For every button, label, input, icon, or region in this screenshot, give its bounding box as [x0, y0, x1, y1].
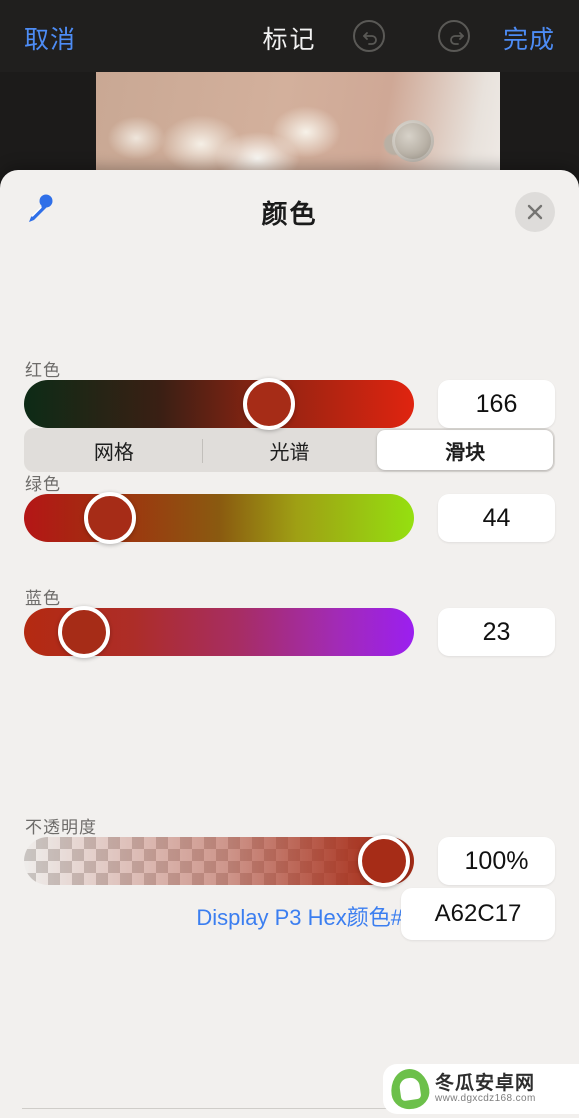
green-slider-thumb[interactable] [84, 492, 137, 544]
red-slider-label: 红色 [25, 361, 61, 380]
page-title: 标记 [262, 26, 317, 54]
sheet-title: 颜色 [261, 199, 318, 229]
watermark-text: 冬瓜安卓网 www.dgxcdz168.com [435, 1072, 536, 1104]
tab-spectrum[interactable]: 光谱 [201, 430, 378, 470]
redo-icon[interactable] [438, 20, 470, 52]
green-slider-track[interactable] [24, 492, 414, 544]
markup-toolbar: 取消 标记 完成 [0, 0, 579, 72]
opacity-slider-thumb[interactable] [358, 835, 410, 887]
sheet-header: 颜色 [0, 170, 579, 254]
blue-slider-track[interactable] [24, 606, 414, 658]
undo-icon[interactable] [353, 20, 385, 52]
watermark-name: 冬瓜安卓网 [435, 1072, 536, 1094]
tab-spectrum-label: 光谱 [269, 441, 310, 464]
watermark: 冬瓜安卓网 www.dgxcdz168.com [383, 1064, 579, 1114]
tab-grid[interactable]: 网格 [26, 430, 202, 470]
blue-slider-thumb[interactable] [57, 606, 110, 658]
close-icon[interactable] [515, 192, 555, 232]
green-value-field[interactable]: 44 [438, 494, 555, 542]
green-slider-label: 绿色 [25, 475, 61, 494]
picker-mode-segmented-control[interactable]: 网格 光谱 滑块 [24, 428, 555, 472]
screen: 取消 标记 完成 颜色 网格 光谱 滑块 红色 166 绿色 44 蓝色 23 … [0, 0, 579, 1118]
done-button[interactable]: 完成 [503, 20, 555, 56]
red-slider-track[interactable] [24, 378, 414, 430]
opacity-slider-track[interactable] [24, 835, 414, 887]
tab-sliders[interactable]: 滑块 [377, 430, 554, 470]
opacity-value-field[interactable]: 100% [438, 837, 555, 885]
blue-value-field[interactable]: 23 [438, 608, 555, 656]
red-slider-thumb[interactable] [242, 378, 295, 430]
doorknob-detail [392, 120, 434, 162]
watermark-url: www.dgxcdz168.com [435, 1092, 536, 1104]
tab-grid-label: 网格 [93, 441, 134, 464]
hex-label[interactable]: Display P3 Hex颜色# [196, 900, 403, 932]
color-picker-sheet: 颜色 网格 光谱 滑块 红色 166 绿色 44 蓝色 23 Display P… [0, 170, 579, 1118]
hex-input[interactable]: A62C17 [401, 888, 555, 940]
red-slider-gradient [24, 380, 414, 428]
blue-slider-label: 蓝色 [25, 589, 61, 608]
tab-sliders-label: 滑块 [445, 441, 486, 464]
opacity-slider-gradient [24, 837, 414, 885]
hex-row: Display P3 Hex颜色# A62C17 [0, 888, 579, 940]
opacity-slider-label: 不透明度 [25, 818, 97, 837]
green-slider-gradient [24, 494, 414, 542]
site-logo-icon [388, 1066, 432, 1112]
red-value-field[interactable]: 166 [438, 380, 555, 428]
